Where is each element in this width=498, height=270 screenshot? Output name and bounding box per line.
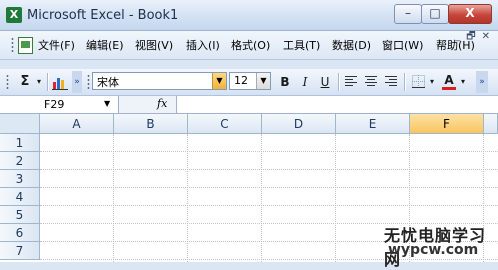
menu-bar: 文件(F) 编辑(E) 视图(V) 插入(I) 格式(O) 工具(T) 数据(D…: [0, 31, 498, 60]
column-header-a[interactable]: A: [40, 114, 114, 134]
chart-wizard-icon[interactable]: [51, 73, 69, 91]
close-button[interactable]: X: [448, 4, 492, 24]
formula-input[interactable]: [176, 96, 498, 113]
column-header-b[interactable]: B: [114, 114, 188, 134]
menu-file[interactable]: 文件(F): [38, 37, 75, 53]
italic-button[interactable]: I: [297, 73, 313, 91]
menu-items: 文件(F) 编辑(E) 视图(V) 插入(I) 格式(O) 工具(T) 数据(D…: [0, 31, 498, 59]
font-size-value: 12: [234, 74, 248, 87]
menu-window[interactable]: 窗口(W): [382, 37, 423, 53]
align-right-icon[interactable]: [385, 76, 397, 87]
gridline: [40, 187, 498, 188]
toolbar-separator: [338, 73, 340, 91]
maximize-button[interactable]: □: [421, 4, 449, 24]
align-center-icon[interactable]: [365, 76, 377, 87]
workbook-close-icon[interactable]: ✕: [482, 31, 490, 42]
toolbar-grip-icon[interactable]: [87, 74, 90, 90]
chevron-down-icon[interactable]: ▼: [256, 73, 270, 89]
window-title: Microsoft Excel - Book1: [27, 8, 179, 23]
menu-edit[interactable]: 编辑(E): [86, 37, 124, 53]
workbook-minimize-icon[interactable]: _: [455, 31, 460, 42]
row-header-1[interactable]: 1: [0, 134, 40, 152]
underline-button[interactable]: U: [317, 73, 333, 91]
row-header-7[interactable]: 7: [0, 242, 40, 260]
chevron-down-icon[interactable]: ▼: [212, 73, 226, 89]
menu-format[interactable]: 格式(O): [231, 37, 270, 53]
font-color-letter: A: [444, 73, 454, 87]
bold-button[interactable]: B: [277, 73, 293, 91]
row-header-4[interactable]: 4: [0, 188, 40, 206]
column-header-d[interactable]: D: [262, 114, 336, 134]
borders-icon[interactable]: [410, 73, 426, 91]
gridline: [40, 205, 498, 206]
toolbar-options-icon[interactable]: »: [476, 71, 488, 93]
borders-dropdown-icon[interactable]: ▾: [428, 73, 436, 91]
toolbar-grip-icon[interactable]: [6, 74, 9, 90]
toolbar-separator: [47, 73, 49, 91]
name-box-value: F29: [44, 98, 65, 111]
gridline: [261, 134, 262, 262]
menu-data[interactable]: 数据(D): [332, 37, 371, 53]
font-color-dropdown-icon[interactable]: ▾: [459, 73, 467, 91]
gridline: [187, 134, 188, 262]
menu-view[interactable]: 视图(V): [135, 37, 173, 53]
font-size-combo[interactable]: 12 ▼: [229, 72, 271, 90]
menu-tools[interactable]: 工具(T): [283, 37, 320, 53]
minimize-button[interactable]: –: [394, 4, 422, 24]
watermark-url: wypcw.com: [388, 242, 479, 258]
column-header-e[interactable]: E: [336, 114, 410, 134]
autosum-dropdown-icon[interactable]: ▾: [34, 73, 44, 91]
gridline: [40, 151, 498, 152]
column-header-c[interactable]: C: [188, 114, 262, 134]
workbook-window-controls: _ 🗗 ✕: [449, 29, 490, 46]
align-left-icon[interactable]: [345, 76, 357, 87]
toolbar-separator: [404, 73, 406, 91]
grid-border-icon: [411, 75, 425, 88]
autosum-button[interactable]: Σ: [14, 73, 36, 91]
formatting-toolbar: Σ ▾ » 宋体 ▼ 12 ▼ B I U ▾ A ▾ »: [0, 69, 498, 96]
font-name-value: 宋体: [97, 76, 119, 89]
row-header-3[interactable]: 3: [0, 170, 40, 188]
chart-bars-icon: [52, 78, 68, 90]
gridline: [40, 169, 498, 170]
column-header-f[interactable]: F: [410, 114, 484, 134]
gridline: [113, 134, 114, 262]
formula-bar: F29 ▼ fx: [0, 96, 498, 114]
chevron-down-icon[interactable]: ▼: [104, 99, 110, 108]
row-header-5[interactable]: 5: [0, 206, 40, 224]
select-all-corner[interactable]: [0, 114, 40, 134]
column-header-partial[interactable]: [484, 114, 498, 134]
row-header-6[interactable]: 6: [0, 224, 40, 242]
menu-insert[interactable]: 插入(I): [186, 37, 220, 53]
row-header-2[interactable]: 2: [0, 152, 40, 170]
font-color-swatch: [442, 87, 456, 90]
workbook-restore-icon[interactable]: 🗗: [466, 31, 475, 42]
font-name-combo[interactable]: 宋体 ▼: [92, 72, 227, 90]
gridline: [335, 134, 336, 262]
toolbar-options-icon[interactable]: »: [72, 71, 82, 93]
excel-app-icon[interactable]: X: [6, 7, 22, 23]
font-color-button[interactable]: A: [441, 73, 457, 91]
name-box[interactable]: F29 ▼: [0, 96, 119, 113]
insert-function-icon[interactable]: fx: [157, 97, 167, 110]
title-bar: X Microsoft Excel - Book1 – □ X: [0, 0, 498, 31]
